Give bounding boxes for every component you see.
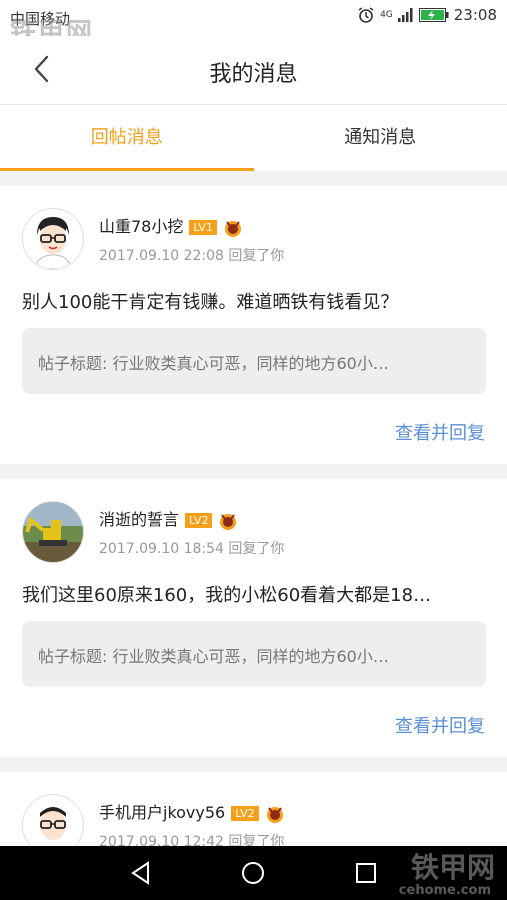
tab-bar: 回帖消息 通知消息 — [0, 105, 507, 171]
message-card: 山重78小挖 LV1 2017.09.10 22:08 回复了你 别人100能干肯… — [0, 186, 507, 464]
level-badge: LV1 — [189, 220, 217, 235]
username-row: 山重78小挖 LV1 — [99, 213, 243, 238]
medal-badge-icon — [220, 513, 237, 530]
message-meta: 2017.09.10 18:54 回复了你 — [99, 538, 284, 558]
alarm-icon — [358, 7, 374, 23]
page-title: 我的消息 — [209, 62, 298, 87]
network-type: 4G — [380, 10, 393, 20]
message-content[interactable]: 别人100能干肯定有钱赚。难道晒铁有钱看见？ — [22, 288, 485, 314]
view-and-reply-link[interactable]: 查看并回复 — [395, 712, 485, 738]
recents-square-icon[interactable] — [353, 860, 379, 886]
message-card: 手机用户jkovy56 LV2 2017.09.10 12:42 回复了你 — [0, 772, 507, 856]
status-icons: 4G 23:08 — [357, 6, 497, 24]
quoted-post-title: 帖子标题: 行业败类真心可恶，同样的地方60小… — [38, 354, 389, 373]
excavator-photo-icon — [23, 502, 83, 562]
username[interactable]: 消逝的誓言 — [99, 510, 179, 529]
clock-time: 23:08 — [453, 6, 497, 24]
nav-header: 我的消息 — [0, 36, 507, 105]
message-card: 消逝的誓言 LV2 2017.09.10 18:54 回复了你 我们这里60原来1… — [0, 479, 507, 757]
quoted-post-title: 帖子标题: 行业败类真心可恶，同样的地方60小… — [38, 647, 389, 666]
message-content[interactable]: 我们这里60原来160，我的小松60看着大都是18… — [22, 581, 485, 607]
avatar[interactable] — [22, 208, 84, 270]
message-action-text: 回复了你 — [228, 248, 285, 264]
medal-badge-icon — [224, 220, 241, 237]
avatar[interactable] — [22, 501, 84, 563]
quoted-post[interactable]: 帖子标题: 行业败类真心可恶，同样的地方60小… — [22, 621, 486, 687]
level-badge: LV2 — [185, 513, 213, 528]
back-triangle-icon[interactable] — [128, 860, 154, 886]
message-datetime: 2017.09.10 22:08 — [99, 248, 224, 264]
battery-icon — [418, 8, 449, 22]
username-row: 消逝的誓言 LV2 — [99, 506, 238, 531]
message-meta: 2017.09.10 22:08 回复了你 — [99, 245, 284, 265]
user-avatar-icon — [23, 209, 83, 269]
tab-replies[interactable]: 回帖消息 — [0, 105, 254, 171]
system-nav-bar: 铁甲网 cehome.com — [0, 846, 507, 900]
home-circle-icon[interactable] — [240, 860, 266, 886]
watermark-domain-bottom: cehome.com — [398, 883, 491, 898]
username-row: 手机用户jkovy56 LV2 — [99, 799, 285, 824]
watermark-logo-bottom: 铁甲网 — [410, 851, 495, 884]
level-badge: LV2 — [231, 806, 259, 821]
quoted-post[interactable]: 帖子标题: 行业败类真心可恶，同样的地方60小… — [22, 328, 486, 394]
signal-icon — [397, 8, 413, 22]
username[interactable]: 手机用户jkovy56 — [99, 803, 225, 822]
medal-badge-icon — [266, 806, 283, 823]
tab-notifications[interactable]: 通知消息 — [254, 105, 507, 171]
message-datetime: 2017.09.10 18:54 — [99, 541, 224, 557]
message-action-text: 回复了你 — [228, 541, 285, 557]
view-and-reply-link[interactable]: 查看并回复 — [395, 419, 485, 445]
username[interactable]: 山重78小挖 — [99, 217, 183, 236]
